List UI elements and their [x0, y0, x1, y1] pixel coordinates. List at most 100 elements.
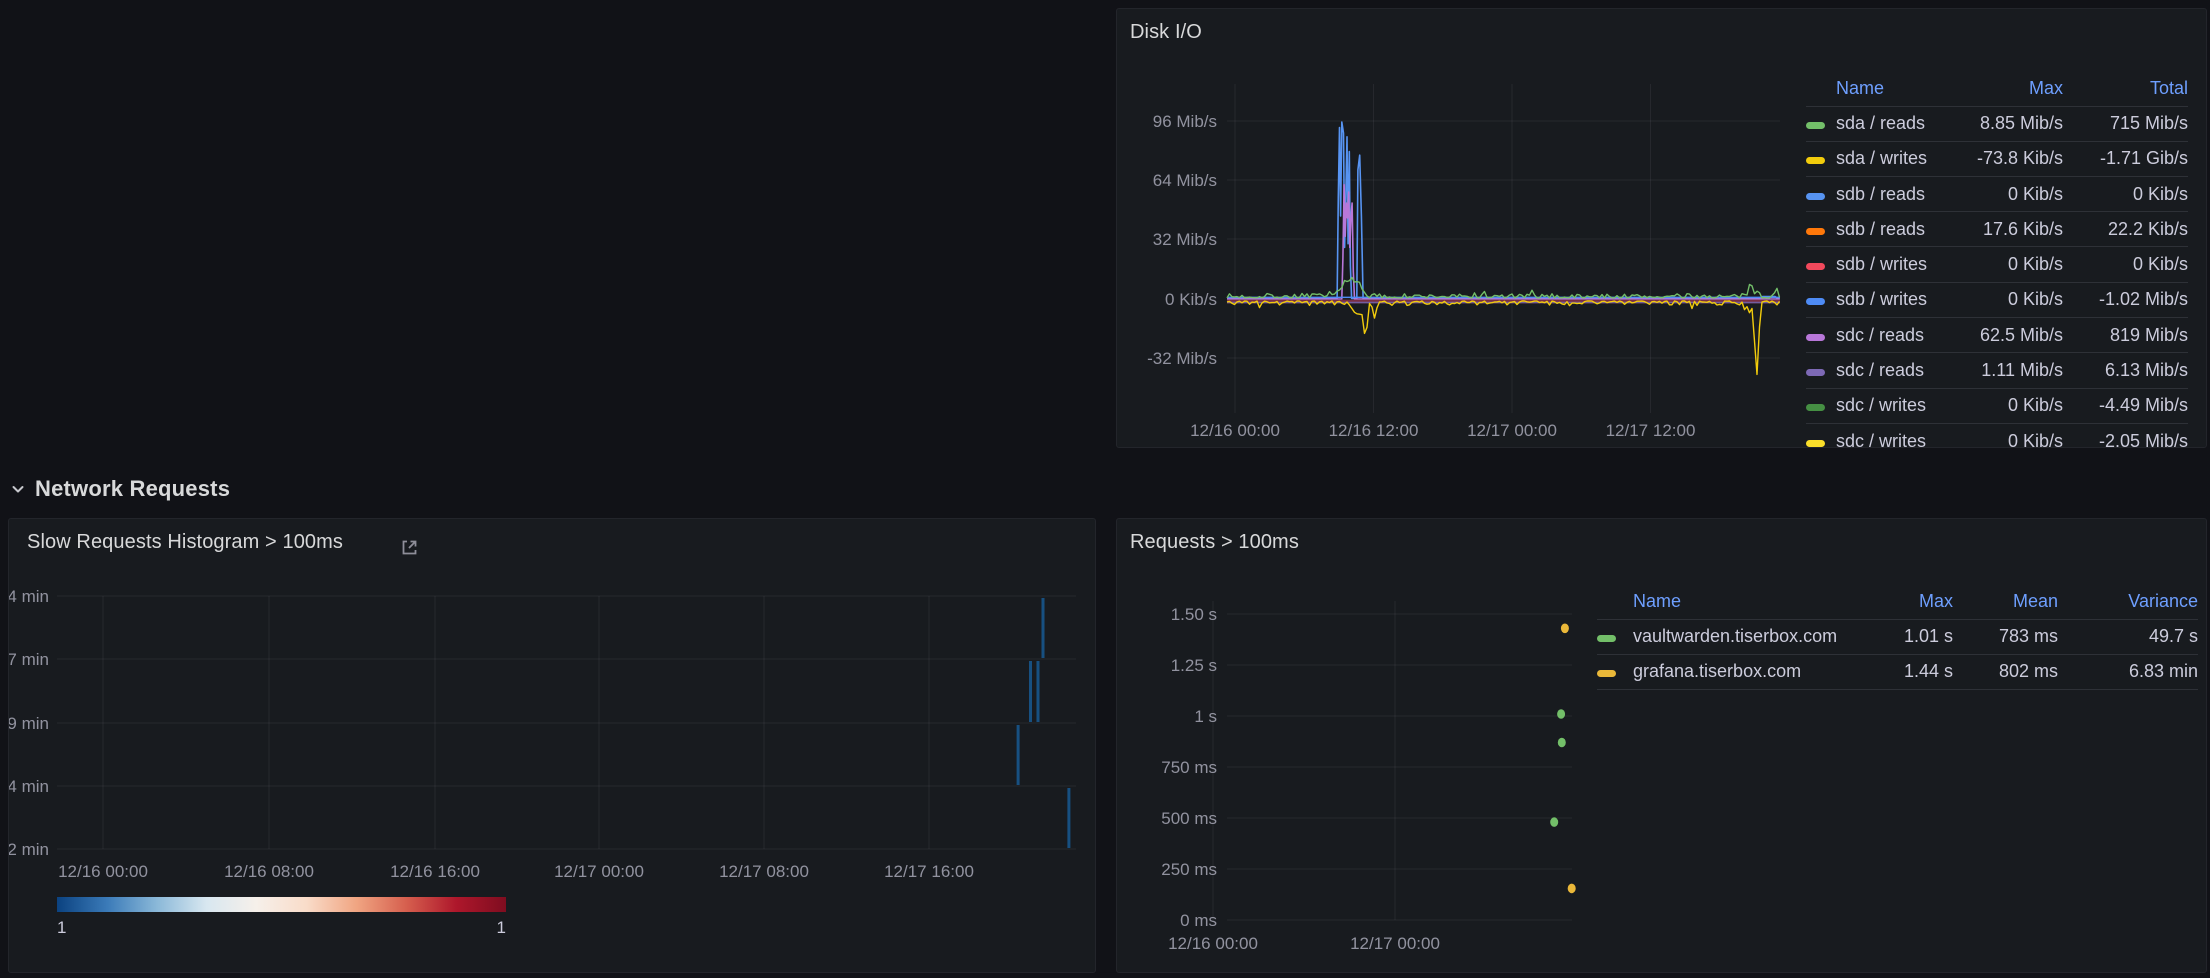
series-name[interactable]: sda / writes — [1836, 148, 1948, 169]
legend-row: sda / reads 8.85 Mib/s 715 Mib/s — [1806, 106, 2188, 141]
svg-text:2 min: 2 min — [9, 840, 49, 859]
panel-slow-requests-histogram: Slow Requests Histogram > 100ms 34 min17… — [8, 518, 1096, 973]
legend-header-variance[interactable]: Variance — [2058, 591, 2198, 612]
svg-text:9 min: 9 min — [9, 714, 49, 733]
panel-requests-over-100ms: Requests > 100ms 1.50 s1.25 s1 s750 ms50… — [1116, 518, 2207, 973]
series-total: -2.05 Mib/s — [2063, 431, 2188, 448]
series-max: 1.11 Mib/s — [1948, 360, 2063, 381]
series-color-swatch — [1806, 440, 1825, 447]
series-variance: 49.7 s — [2058, 626, 2198, 647]
grafana-dashboard: { "accent_colors": { "link_blue": "#6E9F… — [0, 0, 2210, 978]
series-max: 62.5 Mib/s — [1948, 325, 2063, 346]
legend-header-row: Name Max Mean Variance — [1597, 584, 2198, 619]
series-max: -73.8 Kib/s — [1948, 148, 2063, 169]
series-name[interactable]: sdc / reads — [1836, 360, 1948, 381]
series-color-swatch — [1806, 263, 1825, 270]
series-color-swatch — [1806, 404, 1825, 411]
svg-text:1 s: 1 s — [1194, 707, 1217, 726]
series-color-swatch — [1806, 228, 1825, 235]
series-max: 1.44 s — [1843, 661, 1953, 682]
series-max: 1.01 s — [1843, 626, 1953, 647]
svg-text:12/16 00:00: 12/16 00:00 — [1190, 421, 1280, 440]
series-name[interactable]: sdc / writes — [1836, 431, 1948, 448]
series-name[interactable]: grafana.tiserbox.com — [1633, 661, 1843, 682]
legend-row: sdc / writes 0 Kib/s -2.05 Mib/s — [1806, 424, 2188, 448]
series-mean: 802 ms — [1953, 661, 2058, 682]
series-name[interactable]: sdb / reads — [1836, 219, 1948, 240]
svg-text:0 Kib/s: 0 Kib/s — [1165, 290, 1217, 309]
svg-text:500 ms: 500 ms — [1161, 809, 1217, 828]
series-color-swatch — [1806, 193, 1825, 200]
legend-header-total[interactable]: Total — [2063, 78, 2188, 99]
series-total: 819 Mib/s — [2063, 325, 2188, 346]
legend-row: vaultwarden.tiserbox.com 1.01 s 783 ms 4… — [1597, 619, 2198, 654]
series-max: 0 Kib/s — [1948, 289, 2063, 310]
svg-text:12/17 08:00: 12/17 08:00 — [719, 862, 809, 881]
svg-text:64 Mib/s: 64 Mib/s — [1153, 171, 1217, 190]
series-color-swatch — [1806, 298, 1825, 305]
svg-text:12/16 00:00: 12/16 00:00 — [58, 862, 148, 881]
slow-requests-heatmap-chart[interactable]: 34 min 17 min 9 min 4 min 2 min 12/16 00:00 12… — [9, 519, 1095, 891]
svg-text:750 ms: 750 ms — [1161, 758, 1217, 777]
svg-text:12/16 00:00: 12/16 00:00 — [1168, 934, 1258, 953]
series-color-swatch — [1597, 670, 1616, 677]
svg-text:12/17 16:00: 12/17 16:00 — [884, 862, 974, 881]
legend-header-name[interactable]: Name — [1633, 591, 1843, 612]
legend-row: sdb / writes 0 Kib/s 0 Kib/s — [1806, 247, 2188, 282]
series-name[interactable]: sdb / writes — [1836, 289, 1948, 310]
series-name[interactable]: vaultwarden.tiserbox.com — [1633, 626, 1843, 647]
series-total: 0 Kib/s — [2063, 184, 2188, 205]
legend-row: grafana.tiserbox.com 1.44 s 802 ms 6.83 … — [1597, 655, 2198, 690]
svg-text:12/17 12:00: 12/17 12:00 — [1606, 421, 1696, 440]
section-title: Network Requests — [35, 476, 230, 502]
svg-text:96 Mib/s: 96 Mib/s — [1153, 112, 1217, 131]
svg-text:12/16 12:00: 12/16 12:00 — [1329, 421, 1419, 440]
svg-text:17 min: 17 min — [9, 650, 49, 669]
legend-header-name[interactable]: Name — [1836, 78, 1948, 99]
series-total: -1.71 Gib/s — [2063, 148, 2188, 169]
svg-text:-32 Mib/s: -32 Mib/s — [1147, 349, 1217, 368]
series-name[interactable]: sdc / writes — [1836, 395, 1948, 416]
series-color-swatch — [1806, 157, 1825, 164]
series-total: 0 Kib/s — [2063, 254, 2188, 275]
series-name[interactable]: sdb / reads — [1836, 184, 1948, 205]
svg-text:34 min: 34 min — [9, 587, 49, 606]
series-name[interactable]: sdb / writes — [1836, 254, 1948, 275]
svg-text:250 ms: 250 ms — [1161, 860, 1217, 879]
panel-disk-io: Disk I/O 96 Mib/s64 Mib/s32 Mib/s0 Kib/s… — [1116, 8, 2207, 448]
legend-row: sdb / reads 17.6 Kib/s 22.2 Kib/s — [1806, 212, 2188, 247]
disk-io-legend-table: Name Max Total sda / reads 8.85 Mib/s 71… — [1806, 71, 2188, 448]
series-max: 17.6 Kib/s — [1948, 219, 2063, 240]
series-variance: 6.83 min — [2058, 661, 2198, 682]
legend-header-row: Name Max Total — [1806, 71, 2188, 106]
legend-header-max[interactable]: Max — [1843, 591, 1953, 612]
svg-text:12/17 00:00: 12/17 00:00 — [554, 862, 644, 881]
svg-text:32 Mib/s: 32 Mib/s — [1153, 230, 1217, 249]
series-max: 0 Kib/s — [1948, 431, 2063, 448]
svg-text:12/16 16:00: 12/16 16:00 — [390, 862, 480, 881]
series-name[interactable]: sdc / reads — [1836, 325, 1948, 346]
heatmap-color-scale: 1 1 — [57, 897, 506, 938]
color-gradient-bar — [57, 897, 506, 912]
row-header-network-requests[interactable]: Network Requests — [10, 472, 230, 506]
legend-row: sdc / reads 62.5 Mib/s 819 Mib/s — [1806, 318, 2188, 353]
series-name[interactable]: sda / reads — [1836, 113, 1948, 134]
legend-row: sdb / reads 0 Kib/s 0 Kib/s — [1806, 177, 2188, 212]
svg-text:1.50 s: 1.50 s — [1171, 605, 1217, 624]
series-total: 22.2 Kib/s — [2063, 219, 2188, 240]
scale-max-label: 1 — [497, 918, 506, 938]
legend-header-mean[interactable]: Mean — [1953, 591, 2058, 612]
series-total: -1.02 Mib/s — [2063, 289, 2188, 310]
series-mean: 783 ms — [1953, 626, 2058, 647]
svg-text:12/16 08:00: 12/16 08:00 — [224, 862, 314, 881]
requests-legend-table: Name Max Mean Variance vaultwarden.tiser… — [1597, 584, 2198, 690]
series-total: 715 Mib/s — [2063, 113, 2188, 134]
legend-row: sdc / writes 0 Kib/s -4.49 Mib/s — [1806, 389, 2188, 424]
svg-text:4 min: 4 min — [9, 777, 49, 796]
svg-text:1.25 s: 1.25 s — [1171, 656, 1217, 675]
legend-header-max[interactable]: Max — [1948, 78, 2063, 99]
series-total: -4.49 Mib/s — [2063, 395, 2188, 416]
series-max: 0 Kib/s — [1948, 395, 2063, 416]
scale-min-label: 1 — [57, 918, 66, 938]
series-max: 8.85 Mib/s — [1948, 113, 2063, 134]
